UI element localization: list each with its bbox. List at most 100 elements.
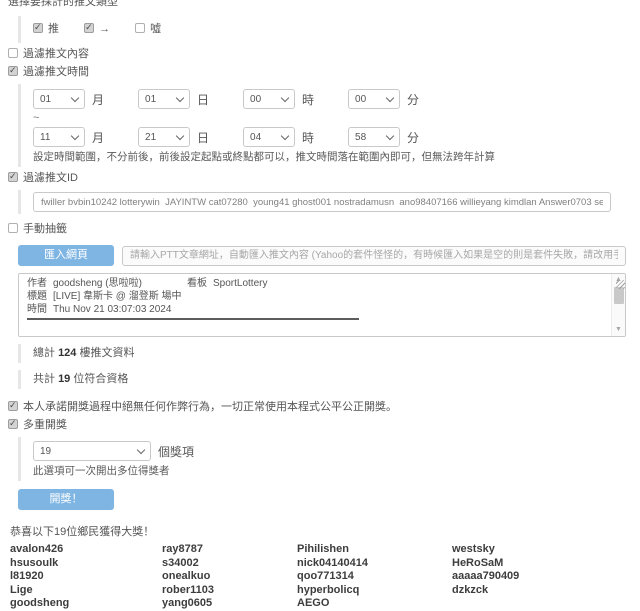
to-month-select[interactable]: 11	[33, 127, 85, 147]
winner-name: HeRoSaM	[452, 557, 640, 571]
chevron-down-icon	[386, 131, 394, 139]
time-value: Thu Nov 21 03:07:03 2024	[53, 304, 171, 315]
total-prefix: 總計	[33, 347, 55, 359]
title-value: [LIVE] 韋斯卡 @ 溜登斯 場中	[53, 291, 182, 302]
time-range-group: 01月01日00時00分 ~ 11月21日04時58分 設定時間範圍，不分前後，…	[18, 84, 640, 167]
board-label: 看板	[187, 278, 207, 289]
import-row: 匯入網頁	[18, 245, 640, 266]
multi-draw-checkbox[interactable]	[8, 419, 18, 429]
to-day-value: 21	[145, 132, 156, 143]
to-hour-select[interactable]: 04	[243, 127, 295, 147]
qualified-stat-row: 共計 19 位符合資格	[18, 370, 640, 389]
day-unit-label: 日	[197, 131, 209, 145]
winner-name: hsusoulk	[10, 557, 162, 571]
article-textarea[interactable]: 作者goodsheng (思啦啦)看板SportLottery 標題[LIVE]…	[18, 273, 626, 337]
chevron-down-icon	[176, 131, 184, 139]
winner-name: yang0605	[162, 597, 297, 611]
month-unit-label: 月	[92, 131, 104, 145]
qualified-count: 19	[58, 373, 70, 385]
filter-content-label: 過濾推文內容	[23, 48, 89, 60]
total-count: 124	[58, 347, 76, 359]
chevron-down-icon	[281, 131, 289, 139]
multi-draw-row: 多重開獎	[8, 419, 640, 432]
range-tilde: ~	[33, 112, 640, 124]
arrow-label: →	[99, 23, 110, 35]
winner-name: qoo771314	[297, 570, 452, 584]
winner-name: aaaaa790409	[452, 570, 640, 584]
minute-unit-label: 分	[407, 131, 419, 145]
id-filter-input[interactable]	[33, 192, 611, 212]
winner-name: goodsheng	[10, 597, 162, 611]
manual-draw-checkbox[interactable]	[8, 223, 18, 233]
manual-draw-row: 手動抽籤	[8, 223, 640, 236]
author-value: goodsheng (思啦啦)	[53, 278, 142, 289]
qualified-suffix: 位符合資格	[73, 373, 128, 385]
from-hour-value: 00	[250, 94, 261, 105]
multi-draw-label: 多重開獎	[23, 419, 67, 431]
author-label: 作者	[27, 278, 47, 289]
to-day-select[interactable]: 21	[138, 127, 190, 147]
arrow-checkbox[interactable]	[84, 23, 94, 33]
draw-button[interactable]: 開獎！	[18, 489, 114, 510]
winner-name: avalon426	[10, 543, 162, 557]
filter-content-checkbox[interactable]	[8, 48, 18, 58]
filter-id-checkbox[interactable]	[8, 172, 18, 182]
winner-name: dzkzck	[452, 584, 640, 598]
to-month-value: 11	[40, 132, 50, 143]
scroll-down-icon[interactable]: ▼	[612, 324, 625, 336]
push-type-boo: 噓	[135, 23, 161, 35]
qualified-prefix: 共計	[33, 373, 55, 385]
winner-name: ray8787	[162, 543, 297, 557]
winners-header: 恭喜以下19位鄉民獲得大獎！	[10, 523, 640, 539]
filter-time-row: 過濾推文時間	[8, 66, 640, 79]
push-type-group: 推 → 噓	[18, 16, 640, 43]
from-month-value: 01	[40, 94, 51, 105]
manual-draw-label: 手動抽籤	[23, 223, 67, 235]
import-page-button[interactable]: 匯入網頁	[18, 245, 114, 266]
winner-name: nick04140414	[297, 557, 452, 571]
filter-time-checkbox[interactable]	[8, 66, 18, 76]
push-type-section-label: 選擇要採計的推文類型	[8, 0, 640, 9]
from-day-select[interactable]: 01	[138, 89, 190, 109]
ptt-url-input[interactable]	[122, 246, 626, 266]
prize-count-row: 19個獎項	[33, 441, 640, 461]
push-type-push: 推	[33, 23, 59, 35]
push-label: 推	[48, 23, 59, 35]
push-checkbox[interactable]	[33, 23, 43, 33]
winner-name: l81920	[10, 570, 162, 584]
filter-id-label: 過濾推文ID	[23, 172, 78, 184]
winner-name: onealkuo	[162, 570, 297, 584]
chevron-down-icon	[137, 445, 145, 453]
winners-list: avalon426hsusoulkl81920Ligegoodshengray8…	[10, 543, 640, 611]
scrollbar-thumb[interactable]	[614, 287, 624, 304]
chevron-down-icon	[71, 93, 79, 101]
winner-name: hyperbolicq	[297, 584, 452, 598]
from-hour-select[interactable]: 00	[243, 89, 295, 109]
total-stat-row: 總計 124 樓推文資料	[18, 344, 640, 363]
lottery-tool-page: 選擇要採計的推文類型 推 → 噓 過濾推文內容 過濾推文時間 01 月 01 日 00 時…	[0, 0, 640, 611]
prize-count-group: 19個獎項 此選項可一次開出多位得獎者	[18, 437, 640, 481]
prize-count-value: 19	[40, 446, 51, 457]
from-month-select[interactable]: 01	[33, 89, 85, 109]
chevron-down-icon	[71, 131, 79, 139]
total-suffix: 樓推文資料	[79, 347, 134, 359]
boo-label: 噓	[150, 23, 161, 35]
winner-name: Pihilishen	[297, 543, 452, 557]
article-divider	[27, 318, 359, 320]
hour-unit-label: 時	[302, 131, 314, 145]
from-minute-value: 00	[355, 94, 366, 105]
prize-hint: 此選項可一次開出多位得獎者	[33, 465, 640, 478]
pledge-checkbox[interactable]	[8, 401, 18, 411]
prize-count-select[interactable]: 19	[33, 441, 151, 461]
boo-checkbox[interactable]	[135, 23, 145, 33]
to-minute-select[interactable]: 58	[348, 127, 400, 147]
time-label: 時間	[27, 304, 47, 315]
filter-content-row: 過濾推文內容	[8, 48, 640, 61]
push-type-arrow: →	[84, 23, 110, 35]
time-range-hint: 設定時間範圍，不分前後，前後設定起點或終點都可以，推文時間落在範圍內即可，但無法…	[33, 151, 640, 164]
from-minute-select[interactable]: 00	[348, 89, 400, 109]
id-filter-group	[18, 190, 640, 214]
winner-name: AEGO	[297, 597, 452, 611]
minute-unit-label: 分	[407, 93, 419, 107]
resize-grip-icon[interactable]	[616, 280, 625, 289]
